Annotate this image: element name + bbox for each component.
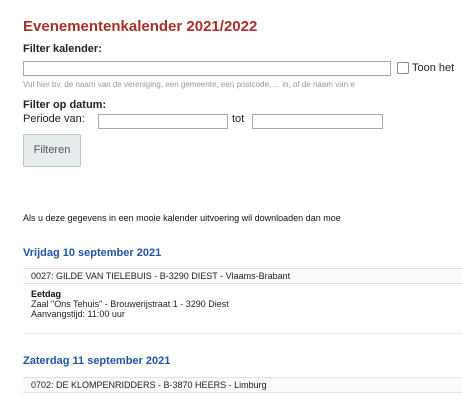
date-from-input[interactable] [98,114,228,129]
calendar-page: Evenementenkalender 2021/2022 Filter kal… [0,0,462,412]
filter-kalender-input[interactable] [23,61,391,76]
tot-label: tot [232,113,245,125]
filter-kalender-hint: Vul hier bv. de naam van de vereniging, … [23,80,355,89]
periode-van-label: Periode van: [23,113,85,125]
event-location: Zaal "Ons Tehuis" - Brouwerijstraat 1 - … [31,299,229,309]
toon-het-checkbox[interactable] [397,62,409,74]
event-details: Eetdag Zaal "Ons Tehuis" - Brouwerijstra… [31,289,229,319]
page-title: Evenementenkalender 2021/2022 [23,18,258,35]
filter-kalender-label: Filter kalender: [23,43,102,55]
date-to-input[interactable] [252,114,383,129]
day-heading: Vrijdag 10 september 2021 [23,247,162,259]
event-type: Eetdag [31,289,62,299]
filter-datum-label: Filter op datum: [23,99,107,111]
day-heading: Zaterdag 11 september 2021 [23,355,171,367]
filteren-button[interactable]: Filteren [23,134,81,167]
event-divider [23,333,462,334]
toon-het-label: Toon het [412,62,455,74]
event-header[interactable]: 0027: GILDE VAN TIELEBUIS - B-3290 DIEST… [23,268,462,284]
event-start-time: Aanvangstijd: 11:00 uur [31,309,125,319]
download-intro-text: Als u deze gegevens in een mooie kalende… [23,213,341,223]
event-header[interactable]: 0702: DE KLOMPENRIDDERS - B-3870 HEERS -… [23,377,462,393]
